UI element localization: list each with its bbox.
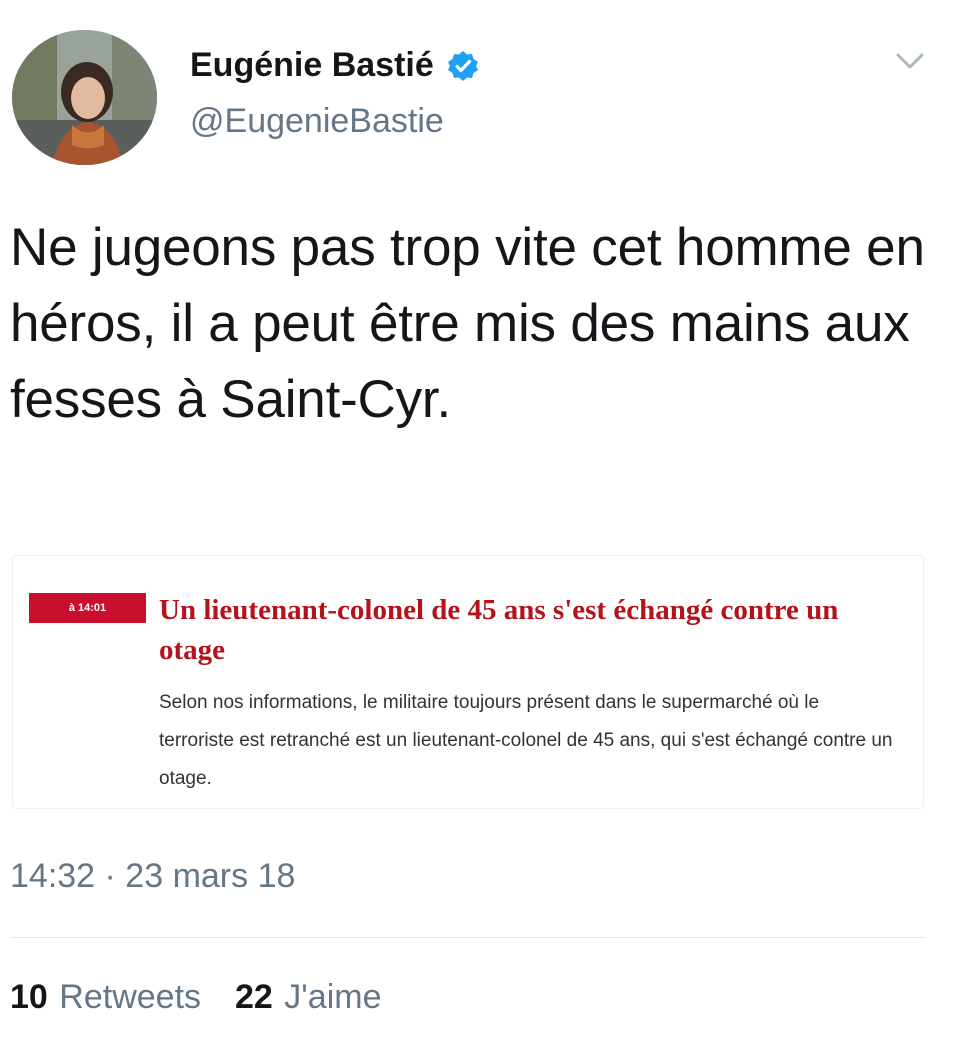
card-body-text: Selon nos informations, le militaire tou… [159,692,893,789]
likes-count: 22 [235,978,273,1016]
engagement-stats: 10 Retweets 22 J'aime [10,978,381,1017]
retweets-label: Retweets [59,978,202,1016]
avatar-photo [12,30,157,165]
author-name-row[interactable]: Eugénie Bastié [190,46,480,85]
avatar[interactable] [12,30,157,165]
likes-stat[interactable]: 22 J'aime [235,978,381,1017]
verified-badge-icon [446,49,480,83]
author-display-name[interactable]: Eugénie Bastié [190,46,434,85]
author-handle[interactable]: @EugenieBastie [190,102,444,141]
tweet-text: Ne jugeons pas trop vite cet homme en hé… [10,218,925,429]
tweet-timestamp[interactable]: 14:32 · 23 mars 18 [10,857,295,896]
divider [10,937,925,938]
chevron-down-icon[interactable] [892,48,928,74]
card-headline[interactable]: Un lieutenant-colonel de 45 ans s'est éc… [159,590,899,670]
retweets-stat[interactable]: 10 Retweets [10,978,201,1017]
likes-label: J'aime [284,978,382,1016]
retweets-count: 10 [10,978,48,1016]
card-time-badge: à 14:01 [29,593,146,623]
link-preview-card[interactable]: à 14:01 Un lieutenant-colonel de 45 ans … [12,555,924,809]
